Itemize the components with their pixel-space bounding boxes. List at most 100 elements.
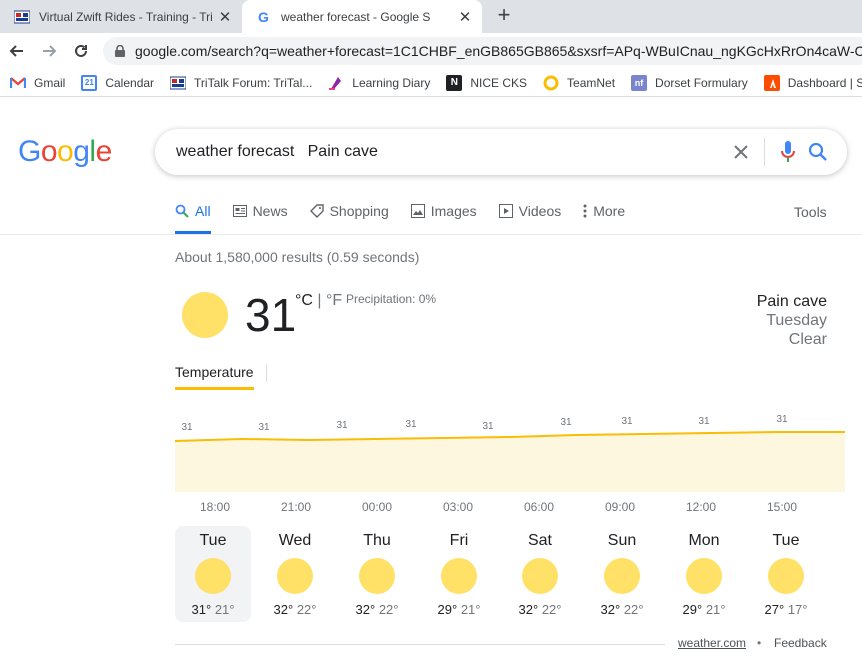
search-input[interactable]: weather forecast Pain cave (176, 143, 726, 161)
weather-day: Tuesday (766, 312, 827, 329)
celsius-unit[interactable]: °C (295, 292, 313, 309)
tab-label: Images (430, 203, 477, 219)
bookmark-dorset-formulary[interactable]: nf Dorset Formulary (631, 74, 748, 91)
day-forecast-mon[interactable]: Mon 29° 21° (666, 526, 742, 622)
bookmarks-bar: Gmail 21 Calendar TriTalk Forum: TriTal.… (0, 69, 862, 97)
bookmark-nice-cks[interactable]: N NICE CKS (446, 74, 527, 91)
tab-shopping[interactable]: Shopping (309, 196, 389, 226)
close-tab-icon[interactable]: ✕ (454, 6, 476, 28)
google-icon: G (256, 9, 272, 25)
weather-location-block: Pain cave Tuesday Clear (757, 292, 827, 349)
low-temperature: 22° (378, 602, 399, 617)
high-temperature: 32° (355, 602, 376, 617)
high-temperature: 27° (764, 602, 785, 617)
temperature-chart: 31 31 31 31 31 31 31 31 31 (175, 414, 845, 492)
fahrenheit-unit[interactable]: °F (326, 292, 342, 309)
bookmark-learning-diary[interactable]: Learning Diary (328, 75, 430, 91)
tab-label: Shopping (329, 203, 389, 219)
high-temperature: 32° (600, 602, 621, 617)
images-icon (410, 204, 425, 218)
news-icon (232, 205, 247, 217)
weather-source-link[interactable]: weather.com (678, 636, 746, 650)
browser-toolbar: google.com/search?q=weather+forecast=1C1… (0, 33, 862, 69)
temperature-area (175, 432, 845, 492)
search-icon[interactable] (803, 137, 833, 167)
day-forecast-fri[interactable]: Fri 29° 21° (421, 526, 497, 622)
forward-arrow-icon[interactable] (37, 39, 61, 63)
browser-tab-zwift[interactable]: Virtual Zwift Rides - Training - Tri ✕ (0, 0, 242, 33)
weather-location[interactable]: Pain cave (757, 292, 827, 311)
tab-label: More (593, 203, 626, 219)
feedback-link[interactable]: Feedback (774, 636, 827, 650)
clear-search-icon[interactable] (726, 137, 756, 167)
high-temperature: 29° (437, 602, 458, 617)
new-tab-button[interactable]: + (492, 4, 516, 28)
browser-tab-strip: Virtual Zwift Rides - Training - Tri ✕ G… (0, 0, 862, 33)
day-name: Sat (527, 532, 552, 549)
address-bar[interactable]: google.com/search?q=weather+forecast=1C1… (103, 37, 862, 65)
chart-time-axis: 18:00 21:00 00:00 03:00 06:00 09:00 12:00 15:00 (175, 500, 845, 516)
chart-time-tick: 03:00 (442, 500, 474, 514)
sunny-icon (195, 558, 231, 594)
search-icon (175, 204, 189, 218)
day-temperatures: 31° 21° (175, 602, 251, 617)
tab-more[interactable]: More (583, 196, 625, 226)
sunny-icon (277, 558, 313, 594)
day-forecast-sat[interactable]: Sat 32° 22° (502, 526, 578, 622)
sunny-icon (522, 558, 558, 594)
day-name: Thu (363, 532, 391, 549)
bookmark-gmail[interactable]: Gmail (10, 75, 65, 91)
gmail-icon (10, 75, 26, 91)
temperature-data-label: 31 (776, 414, 788, 425)
search-box[interactable]: weather forecast Pain cave (155, 129, 847, 175)
bookmark-label: Dorset Formulary (655, 75, 748, 90)
lock-icon (115, 45, 125, 57)
day-forecast-wed[interactable]: Wed 32° 22° (257, 526, 333, 622)
tab-images[interactable]: Images (410, 196, 477, 226)
tritalk-icon (14, 9, 30, 25)
tab-news[interactable]: News (232, 196, 288, 226)
temperature-data-label: 31 (482, 421, 494, 432)
search-nav-tabs: All News Shopping Images Videos More (175, 196, 647, 234)
google-logo[interactable]: Google (18, 135, 112, 169)
browser-tab-google[interactable]: G weather forecast - Google S ✕ (242, 0, 482, 33)
low-temperature: 22° (623, 602, 644, 617)
chart-time-tick: 09:00 (604, 500, 636, 514)
formulary-icon: nf (631, 74, 648, 91)
tab-label: Videos (518, 203, 562, 219)
day-name: Tue (199, 532, 227, 549)
reload-icon[interactable] (69, 39, 93, 63)
day-forecast-tue[interactable]: Tue 31° 21° (175, 526, 251, 622)
low-temperature: 21° (214, 602, 235, 617)
tab-videos[interactable]: Videos (498, 196, 562, 226)
day-forecast-tue[interactable]: Tue 27° 17° (748, 526, 824, 622)
bookmark-strava[interactable]: Dashboard | Strav (763, 74, 862, 91)
sunny-weather-icon (182, 292, 228, 338)
day-forecast-thu[interactable]: Thu 32° 22° (339, 526, 415, 622)
bookmark-label: TeamNet (567, 75, 616, 90)
bookmark-calendar[interactable]: 21 Calendar (81, 74, 154, 91)
tab-label: News (252, 203, 288, 219)
bookmark-tritalk[interactable]: TriTalk Forum: TriTal... (170, 75, 312, 91)
bookmark-label: Dashboard | Strav (787, 75, 862, 90)
sunny-icon (604, 558, 640, 594)
back-arrow-icon[interactable] (5, 39, 29, 63)
day-temperatures: 32° 22° (257, 602, 333, 617)
tab-all[interactable]: All (175, 196, 211, 234)
close-tab-icon[interactable]: ✕ (214, 6, 236, 28)
strava-icon (763, 74, 780, 91)
day-forecast-sun[interactable]: Sun 32° 22° (584, 526, 660, 622)
microphone-icon[interactable] (773, 137, 803, 167)
low-temperature: 17° (787, 602, 808, 617)
day-temperatures: 32° 22° (584, 602, 660, 617)
bookmark-teamnet[interactable]: TeamNet (543, 75, 615, 91)
temperature-data-label: 31 (621, 416, 633, 427)
sunny-icon (686, 558, 722, 594)
day-temperatures: 32° 22° (502, 602, 578, 617)
bookmark-label: TriTalk Forum: TriTal... (194, 75, 313, 90)
daily-forecast: Tue 31° 21° Wed 32° 22° Thu 32° 22° Fri 29° 21°… (175, 526, 845, 622)
day-name: Tue (772, 532, 800, 549)
tools-button[interactable]: Tools (794, 204, 827, 220)
footer-separator: • (757, 636, 762, 650)
tab-temperature[interactable]: Temperature (175, 364, 254, 390)
